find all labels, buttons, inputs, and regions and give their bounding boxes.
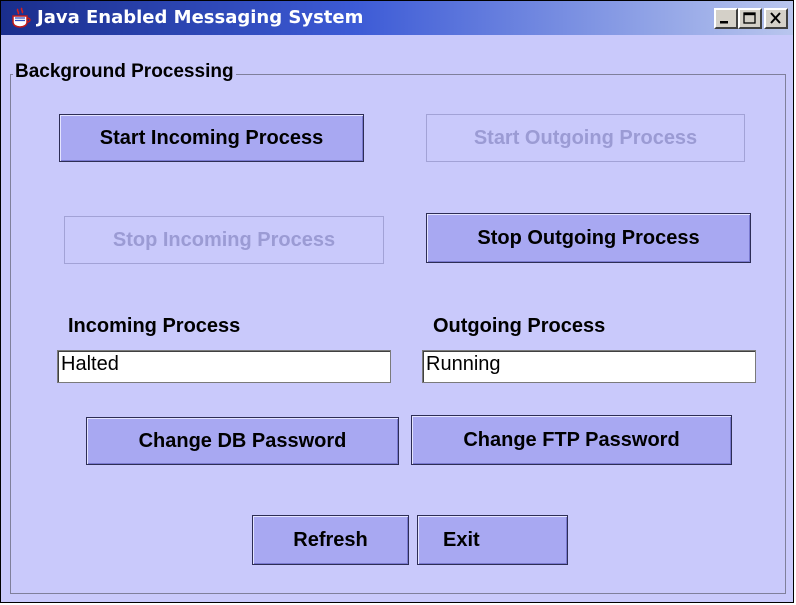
change-ftp-password-button[interactable]: Change FTP Password [411,415,732,465]
close-icon [766,12,786,31]
outgoing-process-label: Outgoing Process [433,315,606,337]
start-incoming-button[interactable]: Start Incoming Process [59,114,364,162]
refresh-button[interactable]: Refresh [252,515,409,565]
start-outgoing-button[interactable]: Start Outgoing Process [426,114,745,162]
outgoing-process-status-field[interactable]: Running [422,350,756,383]
incoming-process-status-field[interactable]: Halted [57,350,391,383]
close-button[interactable] [764,8,788,29]
change-db-password-button[interactable]: Change DB Password [86,417,399,465]
app-window: Java Enabled Messaging System Background… [0,0,794,603]
window-title: Java Enabled Messaging System [37,7,364,28]
title-bar[interactable]: Java Enabled Messaging System [1,1,793,35]
maximize-button[interactable] [738,8,762,29]
stop-outgoing-button[interactable]: Stop Outgoing Process [426,213,751,263]
stop-incoming-button[interactable]: Stop Incoming Process [64,216,384,264]
exit-button[interactable]: Exit [417,515,568,565]
incoming-process-label: Incoming Process [68,315,241,337]
minimize-icon [716,14,736,31]
maximize-icon [740,12,760,31]
group-title: Background Processing [13,61,236,83]
java-cup-icon[interactable] [9,7,33,29]
minimize-button[interactable] [714,8,738,29]
